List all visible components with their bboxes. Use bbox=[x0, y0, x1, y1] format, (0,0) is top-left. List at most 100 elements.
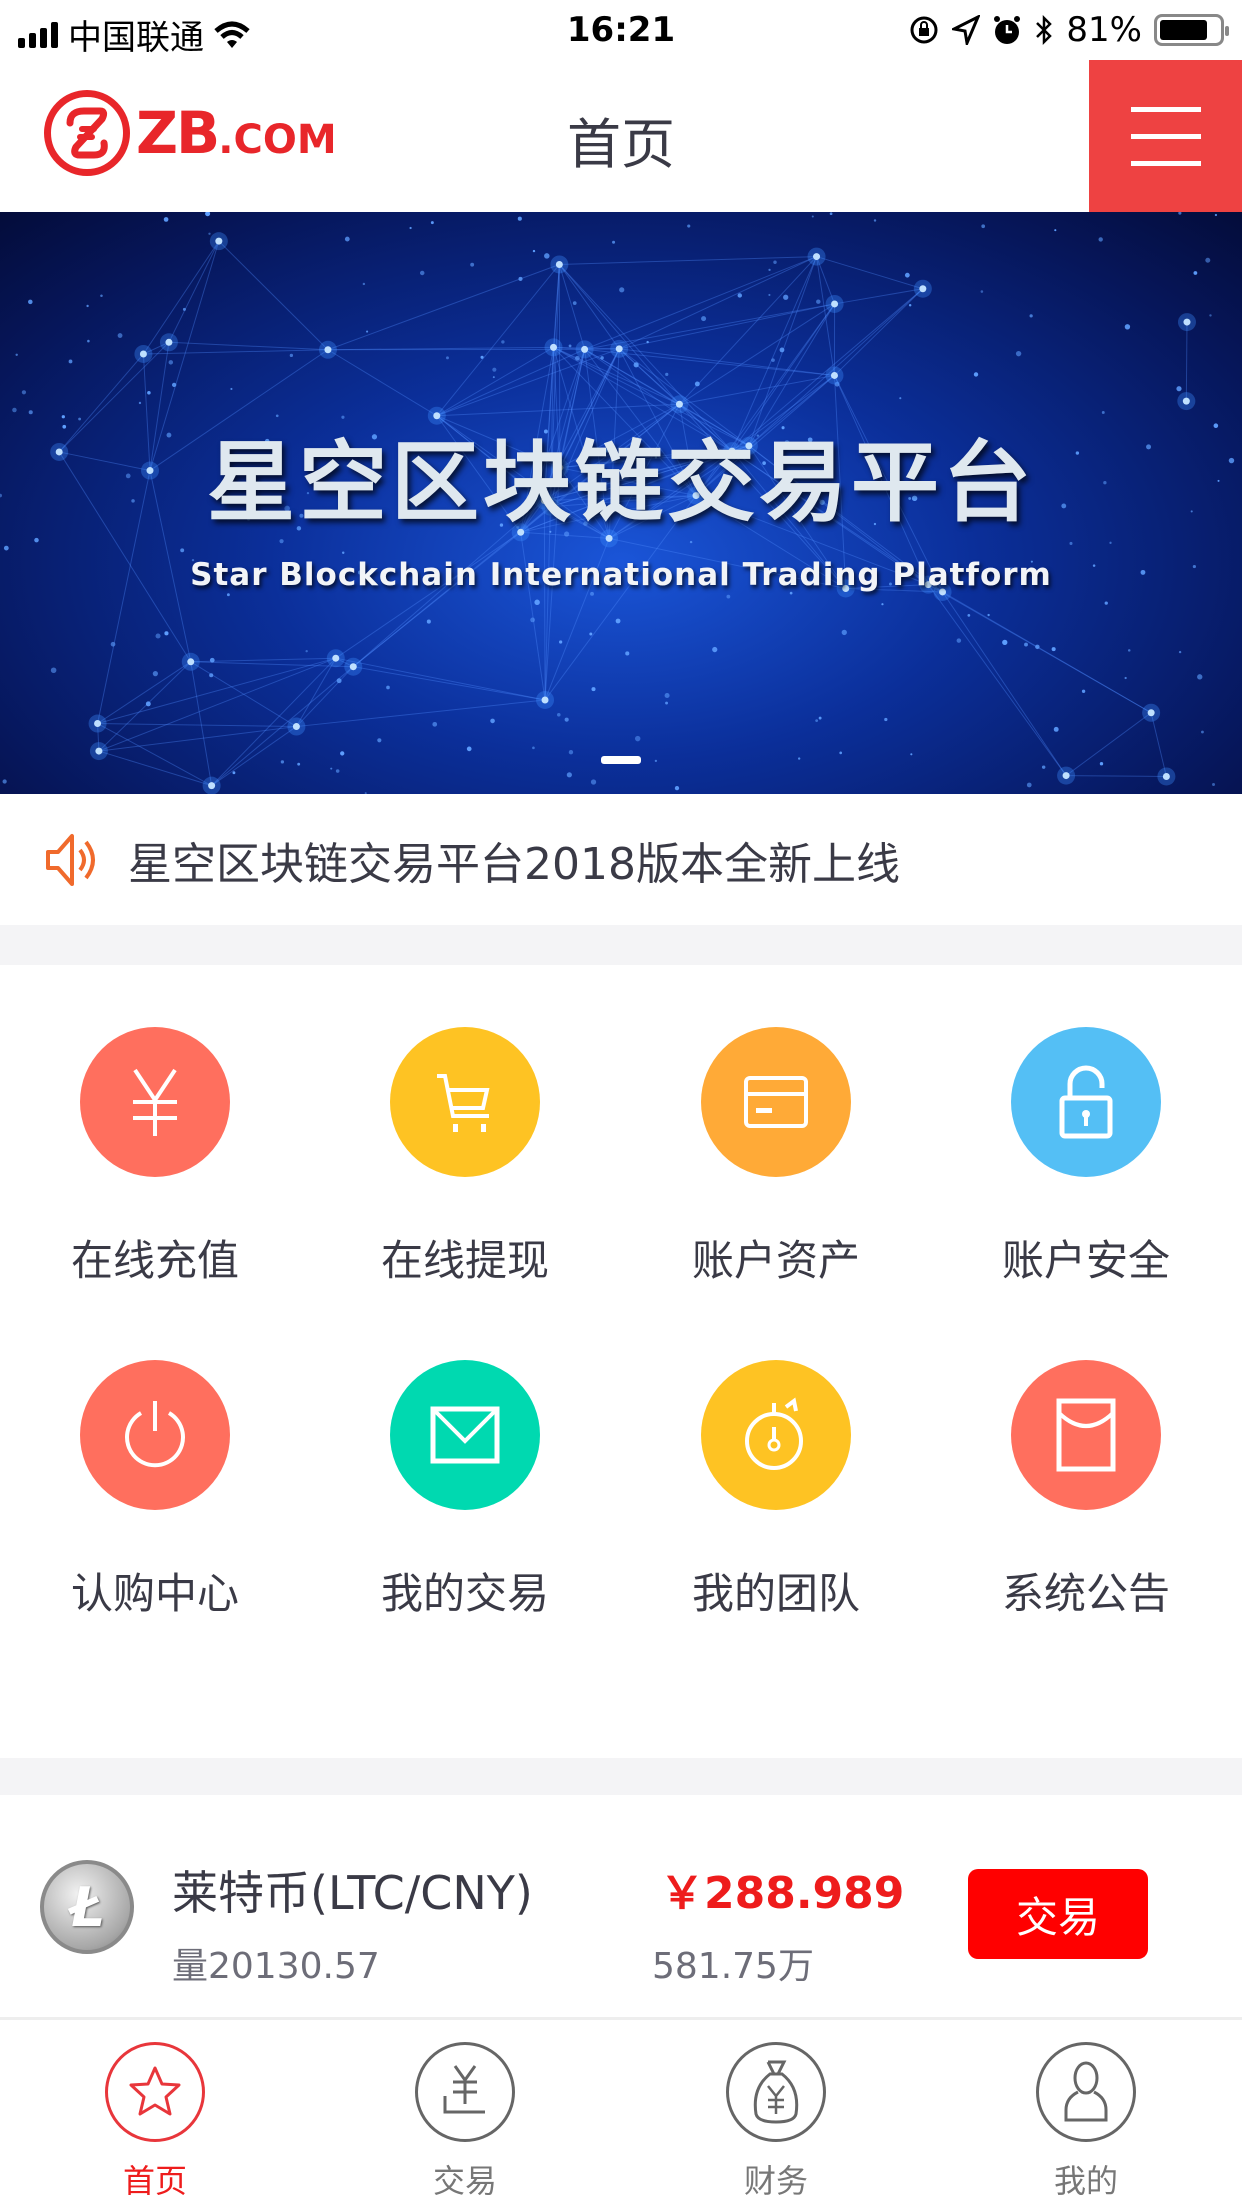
network-line bbox=[143, 240, 220, 355]
star-dot bbox=[209, 657, 215, 663]
speaker-icon bbox=[46, 833, 95, 886]
node-dot bbox=[919, 285, 927, 293]
star-dot bbox=[559, 640, 563, 644]
shortcut-label: 在线充值 bbox=[70, 1236, 239, 1285]
shortcut-red-packet[interactable]: 系统公告 bbox=[931, 1360, 1241, 1621]
star-dot bbox=[1002, 639, 1008, 646]
status-right: 81% bbox=[908, 10, 1229, 50]
shortcut-stopwatch[interactable]: 我的团队 bbox=[621, 1360, 931, 1621]
star-dot bbox=[280, 760, 285, 764]
network-line bbox=[928, 584, 1152, 714]
carousel-indicator-active[interactable] bbox=[601, 756, 641, 764]
network-line bbox=[1065, 712, 1152, 776]
star-dot bbox=[798, 757, 801, 760]
star-dot bbox=[110, 641, 116, 647]
star-dot bbox=[1214, 213, 1218, 217]
node-dot bbox=[675, 400, 683, 408]
cart-icon bbox=[390, 1027, 540, 1177]
coin-name: 莱特币(LTC/CNY) bbox=[172, 1866, 533, 1920]
star-dot bbox=[330, 767, 333, 770]
star-dot bbox=[654, 759, 658, 763]
network-line bbox=[1185, 322, 1188, 402]
network-line bbox=[1150, 712, 1167, 777]
star-dot bbox=[811, 215, 814, 218]
star-dot bbox=[980, 290, 984, 293]
star-dot bbox=[386, 685, 390, 690]
star-dot bbox=[1026, 782, 1032, 788]
star-dot bbox=[518, 276, 523, 281]
shortcut-cart[interactable]: 在线提现 bbox=[310, 1027, 620, 1288]
envelope-icon bbox=[390, 1360, 540, 1510]
star-dot bbox=[1104, 601, 1108, 605]
network-line bbox=[558, 264, 620, 350]
star-dot bbox=[341, 551, 345, 554]
star-dot bbox=[1035, 644, 1040, 650]
shortcut-card[interactable]: 账户资产 bbox=[621, 1027, 931, 1288]
star-dot bbox=[829, 212, 833, 216]
tab-yen-coin[interactable]: 交易 bbox=[310, 2042, 620, 2202]
node-dot bbox=[831, 300, 839, 308]
star-dot bbox=[556, 713, 561, 717]
star-dot bbox=[783, 294, 789, 300]
notice-bar[interactable]: 星空区块链交易平台2018版本全新上线 bbox=[0, 794, 1242, 925]
battery-percent: 81% bbox=[1066, 10, 1142, 50]
star-dot bbox=[768, 293, 771, 297]
node-dot bbox=[581, 345, 589, 353]
star-dot bbox=[633, 362, 639, 368]
network-line bbox=[335, 531, 521, 659]
trade-button[interactable]: 交易 bbox=[968, 1869, 1148, 1959]
star-dot bbox=[344, 236, 350, 242]
star-dot bbox=[366, 330, 369, 333]
network-line bbox=[296, 666, 354, 727]
shortcut-unlock[interactable]: 账户安全 bbox=[931, 1027, 1241, 1288]
star-dot bbox=[182, 307, 186, 311]
shortcut-envelope[interactable]: 我的交易 bbox=[310, 1360, 620, 1621]
network-line bbox=[353, 666, 546, 701]
star-dot bbox=[899, 397, 902, 400]
star-dot bbox=[665, 701, 669, 705]
star-dot bbox=[815, 719, 819, 723]
network-line bbox=[168, 240, 220, 343]
node-dot bbox=[215, 237, 223, 245]
star-dot bbox=[1029, 314, 1033, 318]
tab-user[interactable]: 我的 bbox=[931, 2042, 1241, 2202]
banner-carousel[interactable]: 星空区块链交易平台 Star Blockchain International … bbox=[0, 212, 1242, 794]
node-dot bbox=[139, 350, 147, 358]
star-dot bbox=[430, 221, 434, 225]
star-dot bbox=[163, 217, 169, 222]
network-line bbox=[97, 657, 336, 724]
network-line bbox=[98, 750, 212, 787]
network-line bbox=[436, 348, 585, 417]
star-dot bbox=[904, 272, 910, 278]
star-dot bbox=[171, 382, 177, 388]
network-line bbox=[1066, 775, 1167, 777]
menu-button[interactable] bbox=[1089, 60, 1242, 212]
red-packet-icon bbox=[1011, 1360, 1161, 1510]
hamburger-icon bbox=[1130, 106, 1201, 112]
star-dot bbox=[232, 771, 236, 775]
status-bar: 中国联通 16:21 81% bbox=[0, 0, 1242, 60]
star-dot bbox=[615, 618, 621, 624]
market-row[interactable]: Ł 莱特币(LTC/CNY) 量20130.57 ￥288.989 581.75… bbox=[0, 1795, 1242, 2020]
star-dot bbox=[289, 353, 294, 358]
star-dot bbox=[646, 340, 649, 344]
node-dot bbox=[292, 723, 300, 731]
network-line bbox=[98, 661, 192, 752]
shortcut-power[interactable]: 认购中心 bbox=[0, 1360, 310, 1621]
star-dot bbox=[956, 638, 962, 643]
tab-star[interactable]: 首页 bbox=[0, 2042, 310, 2202]
user-icon bbox=[1036, 2042, 1136, 2142]
bluetooth-icon bbox=[1036, 14, 1053, 46]
star-dot bbox=[591, 687, 596, 692]
star-dot bbox=[575, 355, 580, 361]
star-dot bbox=[619, 287, 625, 293]
network-line bbox=[211, 666, 354, 787]
shortcut-yen[interactable]: 在线充值 bbox=[0, 1027, 310, 1288]
star-dot bbox=[138, 401, 142, 405]
network-line bbox=[816, 256, 923, 290]
star-dot bbox=[1176, 386, 1182, 392]
star-dot bbox=[340, 751, 345, 756]
tab-money-bag[interactable]: 财务 bbox=[621, 2042, 931, 2202]
star-dot bbox=[1178, 650, 1182, 654]
alarm-icon bbox=[994, 16, 1021, 44]
